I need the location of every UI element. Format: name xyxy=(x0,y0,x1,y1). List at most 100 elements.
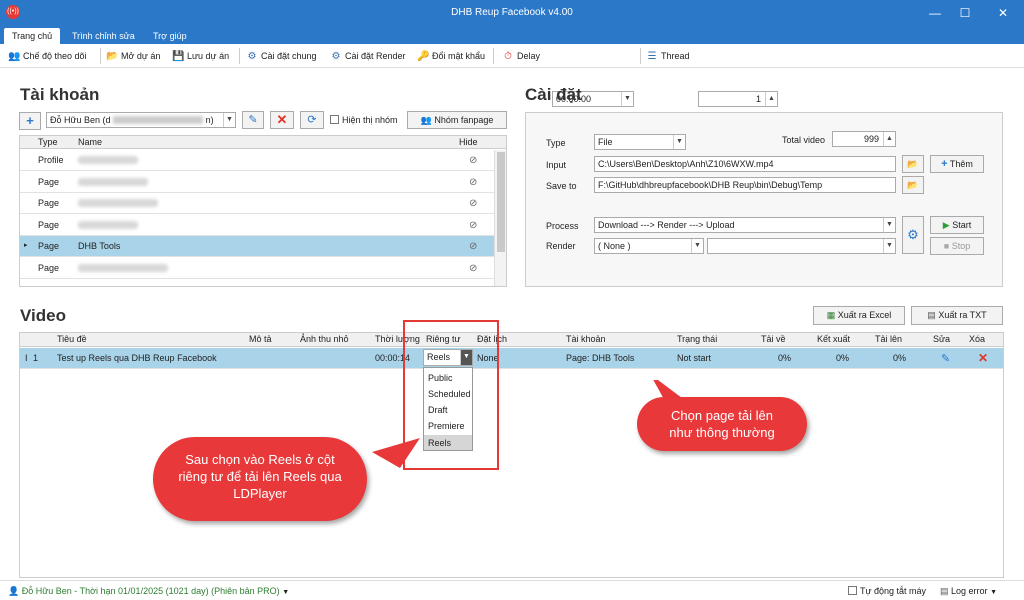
render-settings-button[interactable]: ⚙ Cài đặt Render xyxy=(330,49,406,63)
edit-row-icon[interactable]: ✎ xyxy=(941,352,950,365)
account-scrollbar[interactable] xyxy=(494,150,506,286)
stepper-arrows-icon[interactable]: ▲ xyxy=(883,132,895,146)
auto-shutdown-checkbox[interactable]: Tự động tắt máy xyxy=(848,586,926,596)
account-grid: Type Name Hide Profile ⊘ Page ⊘ Page ⊘ Page… xyxy=(19,135,507,287)
total-video-stepper[interactable]: 999 ▲ xyxy=(832,131,896,147)
excel-icon: ▦ xyxy=(826,310,836,320)
eye-off-icon[interactable]: ⊘ xyxy=(469,198,477,209)
stop-icon: ■ xyxy=(943,241,950,251)
render-select[interactable]: ( None ) ▼ xyxy=(594,238,704,254)
list-icon: ☰ xyxy=(647,51,657,62)
plus-icon: + xyxy=(941,158,948,170)
folder-icon: 📂 xyxy=(907,159,919,169)
add-account-button[interactable]: + xyxy=(19,112,41,130)
settings-title: Cài đặt xyxy=(525,85,582,104)
group-fanpage-button[interactable]: 👥 Nhóm fanpage xyxy=(407,111,507,129)
group-icon: 👥 xyxy=(420,115,432,125)
table-row-selected[interactable]: ▸ Page DHB Tools ⊘ xyxy=(20,236,494,257)
input-label: Input xyxy=(546,160,567,170)
input-path-field[interactable]: C:\Users\Ben\Desktop\Anh\Z10\6WXW.mp4 xyxy=(594,156,896,172)
log-icon: ▤ xyxy=(940,586,949,596)
pencil-icon: ✎ xyxy=(248,114,258,126)
left-callout: Sau chọn vào Reels ở cột riêng tư để tải… xyxy=(153,437,367,521)
toolbar: 👥 Chế độ theo dõi 📂 Mở dự án 💾 Lưu dự án ⚙ C… xyxy=(0,44,1024,107)
title-bar: ((•)) DHB Reup Facebook v4.00 — ☐ ✕ xyxy=(0,0,1024,26)
chevron-down-icon: ▼ xyxy=(883,239,895,253)
render-preset-select[interactable]: ▼ xyxy=(707,238,896,254)
video-title: Video xyxy=(20,306,66,325)
window-title: DHB Reup Facebook v4.00 xyxy=(451,7,573,18)
type-label: Type xyxy=(546,138,566,148)
total-video-label: Total video xyxy=(782,135,826,145)
table-row[interactable]: Profile ⊘ xyxy=(20,150,494,171)
user-status[interactable]: 👤 Đỗ Hữu Ben - Thời hạn 01/01/2025 (1021… xyxy=(8,586,289,597)
menu-bar: Trang chủ Trình chỉnh sửa Trợ giúp xyxy=(0,26,1024,44)
saveto-label: Save to xyxy=(546,181,577,191)
refresh-icon: ⟳ xyxy=(307,114,317,126)
follow-mode-button[interactable]: 👥 Chế độ theo dõi xyxy=(8,49,87,63)
video-grid-header: Tiêu đề Mô tả Ảnh thu nhỏ Thời lượng Riê… xyxy=(20,333,1003,347)
thread-stepper[interactable]: 1 ▲ xyxy=(698,91,778,107)
edit-account-button[interactable]: ✎ xyxy=(242,111,264,129)
process-select[interactable]: Download ---> Render ---> Upload ▼ xyxy=(594,217,896,233)
table-row[interactable]: Page ⊘ xyxy=(20,193,494,214)
user-icon: 👤 xyxy=(8,586,20,596)
saveto-path-field[interactable]: F:\GitHub\dhbreupfacebook\DHB Reup\bin\D… xyxy=(594,177,896,193)
clock-icon: ⏱ xyxy=(504,51,512,62)
eye-off-icon[interactable]: ⊘ xyxy=(469,241,477,252)
eye-off-icon[interactable]: ⊘ xyxy=(469,177,477,188)
account-grid-header: Type Name Hide xyxy=(20,136,506,149)
process-label: Process xyxy=(546,221,579,231)
maximize-icon[interactable]: ☐ xyxy=(956,4,974,22)
folder-icon: 📂 xyxy=(907,180,919,190)
show-group-checkbox[interactable]: Hiện thị nhóm xyxy=(330,115,398,125)
render-label: Render xyxy=(546,241,576,251)
chevron-down-icon: ▼ xyxy=(223,113,235,127)
stop-button[interactable]: ■ Stop xyxy=(930,237,984,255)
gear-icon: ⚙ xyxy=(247,51,257,62)
minimize-icon[interactable]: — xyxy=(926,4,944,22)
users-icon: 👥 xyxy=(8,51,21,62)
text-cursor-icon: I xyxy=(25,353,28,363)
folder-open-icon: 📂 xyxy=(106,51,119,62)
export-excel-button[interactable]: ▦ Xuất ra Excel xyxy=(813,306,905,325)
delay-label: ⏱ Delay xyxy=(502,49,540,63)
play-icon: ▶ xyxy=(942,220,950,230)
general-settings-button[interactable]: ⚙ Cài đặt chung xyxy=(246,49,317,63)
right-callout: Chọn page tải lên như thông thường xyxy=(637,397,807,451)
close-icon[interactable]: ✕ xyxy=(994,4,1012,22)
change-password-button[interactable]: 🔑 Đổi mật khẩu xyxy=(417,49,485,63)
type-select[interactable]: File ▼ xyxy=(594,134,686,150)
chevron-down-icon: ▼ xyxy=(621,92,633,106)
save-icon: 💾 xyxy=(172,51,185,62)
tab-editor[interactable]: Trình chỉnh sửa xyxy=(64,28,143,44)
start-button[interactable]: ▶ Start xyxy=(930,216,984,234)
stepper-arrows-icon[interactable]: ▲ xyxy=(765,92,777,106)
delete-row-icon[interactable]: ✕ xyxy=(978,351,988,365)
eye-off-icon[interactable]: ⊘ xyxy=(469,220,477,231)
log-error-menu[interactable]: ▤ Log error ▼ xyxy=(940,586,997,597)
left-callout-tail xyxy=(372,438,420,468)
video-row[interactable]: I 1 Test up Reels qua DHB Reup Facebook … xyxy=(20,348,1003,369)
delete-account-button[interactable]: ✕ xyxy=(270,111,294,129)
refresh-account-button[interactable]: ⟳ xyxy=(300,111,324,129)
browse-input-button[interactable]: 📂 xyxy=(902,155,924,173)
key-icon: 🔑 xyxy=(417,51,430,62)
eye-off-icon[interactable]: ⊘ xyxy=(469,263,477,274)
save-project-button[interactable]: 💾 Lưu dự án xyxy=(172,49,229,63)
tab-home[interactable]: Trang chủ xyxy=(4,28,61,44)
eye-off-icon[interactable]: ⊘ xyxy=(469,155,477,166)
browse-saveto-button[interactable]: 📂 xyxy=(902,176,924,194)
table-row[interactable]: Page ⊘ xyxy=(20,172,494,193)
chevron-down-icon: ▼ xyxy=(883,218,895,232)
table-row[interactable]: Page ⊘ xyxy=(20,258,494,279)
open-project-button[interactable]: 📂 Mở dự án xyxy=(106,49,160,63)
table-row[interactable]: Page ⊘ xyxy=(20,215,494,236)
account-select[interactable]: Đỗ Hữu Ben (d n) ▼ xyxy=(46,112,236,128)
process-settings-button[interactable]: ⚙ xyxy=(902,216,924,254)
export-txt-button[interactable]: ▤ Xuất ra TXT xyxy=(911,306,1003,325)
tab-help[interactable]: Trợ giúp xyxy=(145,28,195,44)
status-bar: 👤 Đỗ Hữu Ben - Thời hạn 01/01/2025 (1021… xyxy=(0,580,1024,600)
add-button[interactable]: + Thêm xyxy=(930,155,984,173)
chevron-down-icon: ▼ xyxy=(990,589,998,596)
